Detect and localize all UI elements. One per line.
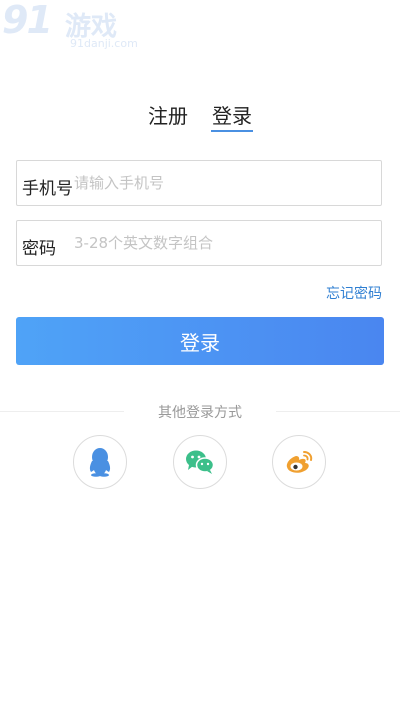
login-page: 91 游戏 91danji.com 注册 登录 手机号 密码 忘记密码 登录 其… xyxy=(0,0,400,711)
tab-register[interactable]: 注册 xyxy=(148,100,188,129)
active-tab-indicator xyxy=(211,130,253,132)
qq-login-button[interactable] xyxy=(73,435,127,489)
password-label: 密码 xyxy=(22,239,56,259)
logo-domain: 91danji.com xyxy=(70,37,138,50)
phone-field: 手机号 xyxy=(16,160,382,206)
password-field: 密码 xyxy=(16,220,382,266)
phone-input[interactable] xyxy=(74,171,364,195)
forgot-password-link[interactable]: 忘记密码 xyxy=(326,283,382,303)
phone-label: 手机号 xyxy=(22,179,73,199)
tab-login[interactable]: 登录 xyxy=(212,100,252,129)
logo-number: 91 xyxy=(2,0,53,42)
watermark-logo: 91 游戏 91danji.com xyxy=(2,0,142,52)
password-input[interactable] xyxy=(74,231,364,255)
qq-icon xyxy=(89,448,111,477)
other-login-title: 其他登录方式 xyxy=(158,405,242,421)
login-button[interactable]: 登录 xyxy=(16,317,384,365)
wechat-login-button[interactable] xyxy=(173,435,227,489)
auth-tabs: 注册 登录 xyxy=(0,100,400,136)
wechat-icon xyxy=(186,450,215,474)
weibo-login-button[interactable] xyxy=(272,435,326,489)
other-login-divider: 其他登录方式 xyxy=(0,402,400,422)
weibo-icon xyxy=(286,451,313,473)
